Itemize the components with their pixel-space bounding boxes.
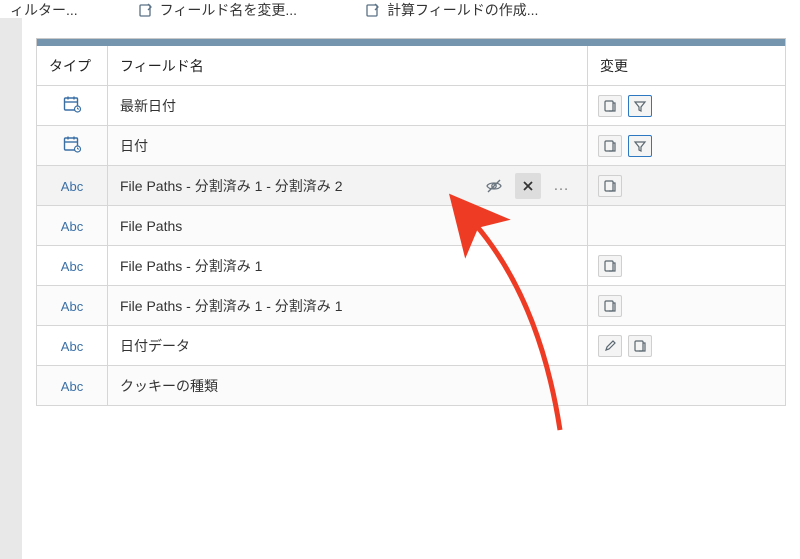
change-cell [588,86,786,126]
group-chip-icon[interactable] [598,95,622,117]
col-header-type[interactable]: タイプ [36,46,108,86]
string-type-icon: Abc [61,299,83,314]
table-row[interactable]: Abc File Paths - 分割済み 1 - 分割済み 1 [36,286,786,326]
filter-chip-icon[interactable] [628,135,652,157]
table-row[interactable]: Abc File Paths [36,206,786,246]
type-cell[interactable]: Abc [36,166,108,206]
remove-field-button[interactable] [515,173,541,199]
type-cell[interactable] [36,86,108,126]
type-cell[interactable]: Abc [36,326,108,366]
table-row[interactable]: Abc 日付データ [36,326,786,366]
rename-icon [138,2,154,18]
change-cell [588,126,786,166]
string-type-icon: Abc [61,339,83,354]
table-header-row: タイプ フィールド名 変更 [36,46,786,86]
name-cell[interactable]: File Paths - 分割済み 1 [108,246,588,286]
change-cell [588,326,786,366]
group-chip-icon[interactable] [598,295,622,317]
table-row[interactable]: 日付 [36,126,786,166]
group-chip-icon[interactable] [628,335,652,357]
filter-chip-icon[interactable] [628,95,652,117]
group-chip-icon[interactable] [598,255,622,277]
change-cell [588,366,786,406]
name-cell[interactable]: 日付 [108,126,588,166]
type-cell[interactable]: Abc [36,366,108,406]
more-actions-button[interactable]: … [549,173,575,199]
name-cell[interactable]: 日付データ [108,326,588,366]
toolbar-calc-label: 計算フィールドの作成... [387,0,538,20]
name-cell[interactable]: クッキーの種類 [108,366,588,406]
group-chip-icon[interactable] [598,175,622,197]
string-type-icon: Abc [61,179,83,194]
field-name-label: 最新日付 [120,96,176,116]
field-name-label: File Paths - 分割済み 1 - 分割済み 1 [120,296,342,316]
type-cell[interactable] [36,126,108,166]
string-type-icon: Abc [61,379,83,394]
table-row[interactable]: Abc File Paths - 分割済み 1 [36,246,786,286]
calendar-clock-icon [62,134,82,154]
name-cell[interactable]: File Paths [108,206,588,246]
string-type-icon: Abc [61,219,83,234]
toolbar: ィルター... フィールド名を変更... 計算フィールドの作成... [0,0,800,22]
group-chip-icon[interactable] [598,135,622,157]
calendar-clock-icon [62,94,82,114]
toolbar-rename[interactable]: フィールド名を変更... [128,0,307,20]
change-cell [588,286,786,326]
string-type-icon: Abc [61,259,83,274]
window-chrome-left [0,18,22,559]
change-cell [588,166,786,206]
name-cell[interactable]: 最新日付 [108,86,588,126]
field-name-label: クッキーの種類 [120,376,218,396]
field-name-label: File Paths - 分割済み 1 - 分割済み 2 [120,176,342,196]
toolbar-calc[interactable]: 計算フィールドの作成... [355,0,548,20]
name-cell[interactable]: File Paths - 分割済み 1 - 分割済み 1 [108,286,588,326]
field-name-label: 日付データ [120,336,190,356]
field-name-label: File Paths - 分割済み 1 [120,256,262,276]
toolbar-rename-label: フィールド名を変更... [160,0,297,20]
col-header-change[interactable]: 変更 [588,46,786,86]
col-header-name[interactable]: フィールド名 [108,46,588,86]
toolbar-filter[interactable]: ィルター... [0,0,88,20]
table-row[interactable]: Abc File Paths - 分割済み 1 - 分割済み 2 … [36,166,786,206]
fields-panel: タイプ フィールド名 変更 最新日付日付 Abc File Paths - 分割済み… [36,38,786,559]
change-cell [588,246,786,286]
hidden-eye-icon[interactable] [481,173,507,199]
edit-chip-icon[interactable] [598,335,622,357]
table-row[interactable]: Abc クッキーの種類 [36,366,786,406]
calc-field-icon [365,2,381,18]
table-row[interactable]: 最新日付 [36,86,786,126]
accent-bar [36,38,786,46]
name-cell[interactable]: File Paths - 分割済み 1 - 分割済み 2 … [108,166,588,206]
field-name-label: File Paths [120,218,182,234]
type-cell[interactable]: Abc [36,206,108,246]
field-name-label: 日付 [120,136,148,156]
change-cell [588,206,786,246]
type-cell[interactable]: Abc [36,246,108,286]
fields-table: タイプ フィールド名 変更 最新日付日付 Abc File Paths - 分割済み… [36,46,786,406]
toolbar-filter-label: ィルター... [10,0,78,20]
type-cell[interactable]: Abc [36,286,108,326]
